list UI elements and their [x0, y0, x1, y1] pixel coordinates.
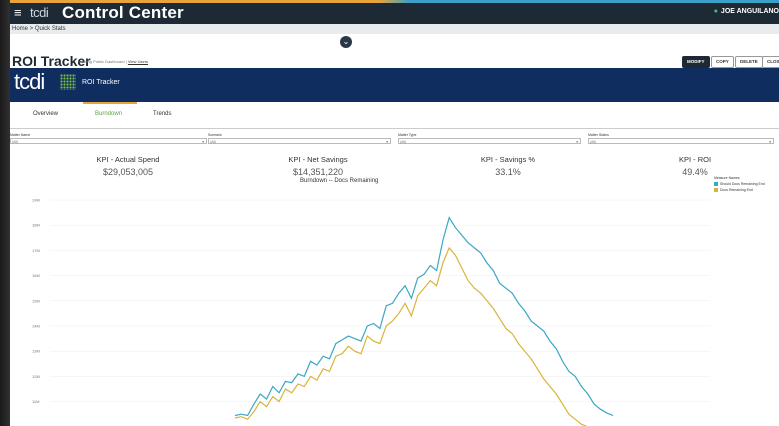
legend-item-should[interactable]: Should Docs Remaining End — [714, 182, 765, 187]
filter-matter-status[interactable]: (All) ▾ — [588, 138, 774, 144]
filter-value: (All) — [210, 140, 217, 144]
shield-icon: ● — [713, 8, 718, 15]
legend-title: Measure Names — [714, 176, 740, 180]
y-tick-label: 19M — [32, 198, 40, 203]
chart-title: Burndown -- Docs Remaining — [300, 178, 379, 184]
y-tick-label: 18M — [32, 223, 40, 228]
kpi-label: KPI - ROI — [678, 155, 712, 164]
banner-subtitle: ROI Tracker — [82, 79, 120, 86]
kpi-value: 33.1% — [495, 167, 521, 177]
caret-down-icon: ▾ — [576, 140, 578, 144]
series-line-should-docs-remaining[interactable] — [234, 216, 614, 417]
filter-value: (All) — [590, 140, 597, 144]
user-menu[interactable]: ● JOE ANGUILANO — [714, 8, 779, 15]
filter-label-matter-name: Matter Name — [10, 133, 31, 137]
legend-label: Should Docs Remaining End — [720, 182, 765, 186]
tab-trends[interactable]: Trends — [153, 111, 171, 117]
caret-down-icon: ▾ — [386, 140, 388, 144]
filter-label-matter-type: Matter Type — [398, 133, 417, 137]
legend-swatch — [714, 182, 718, 187]
viewing-info: Viewing Public Dashboard | View Users — [78, 59, 148, 64]
dashboard-banner: tcdi ROI Tracker — [10, 68, 779, 102]
kpi-savings-pct: KPI - Savings % 33.1% — [433, 155, 583, 177]
kpi-label: KPI - Savings % — [480, 155, 536, 164]
filter-value: (All) — [12, 140, 19, 144]
legend-swatch — [714, 188, 718, 193]
y-tick-label: 12M — [32, 374, 40, 379]
tcdi-logo: tcdi — [14, 69, 45, 94]
tab-burndown[interactable]: Burndown — [95, 111, 122, 117]
logo-dots-icon — [60, 74, 76, 90]
y-tick-label: 13M — [32, 349, 40, 354]
dashboard-tabs: Overview Burndown Trends — [10, 102, 779, 129]
modify-button[interactable]: MODIFY — [682, 56, 710, 68]
filter-bar: Matter Name (All) ▾ Scenario (All) ▾ Matte… — [10, 133, 779, 151]
y-tick-label: 14M — [32, 324, 40, 329]
filter-value: (All) — [400, 140, 407, 144]
burndown-chart[interactable]: 19M 18M 17M 16M 15M 14M 13M 12M 11M — [10, 190, 710, 426]
filter-scenario[interactable]: (All) ▾ — [208, 138, 391, 144]
y-tick-label: 11M — [32, 399, 39, 404]
legend-label: Docs Remaining End — [720, 188, 753, 193]
kpi-roi: KPI - ROI 49.4% — [620, 155, 770, 177]
active-tab-indicator — [83, 102, 137, 104]
filter-matter-name[interactable]: (All) ▾ — [10, 138, 207, 144]
kpi-value: $14,351,220 — [292, 167, 344, 177]
kpi-actual-spend: KPI - Actual Spend $29,053,005 — [53, 155, 203, 177]
filter-label-scenario: Scenario — [208, 133, 222, 137]
browser-viewport: ≡ tcdi Control Center ● JOE ANGUILANO Hom… — [10, 0, 779, 426]
brand-logo[interactable]: tcdi — [30, 5, 49, 20]
kpi-label: KPI - Actual Spend — [96, 155, 160, 164]
legend-item-docs[interactable]: Docs Remaining End — [714, 188, 765, 193]
menu-icon[interactable]: ≡ — [14, 6, 22, 19]
chart-legend: Measure Names Should Docs Remaining End … — [714, 176, 765, 193]
caret-down-icon: ▾ — [769, 140, 771, 144]
breadcrumb[interactable]: Home > Quick Stats — [10, 24, 779, 34]
kpi-net-savings: KPI - Net Savings $14,351,220 — [243, 155, 393, 177]
viewing-prefix: Viewing Public Dashboard | — [78, 59, 127, 64]
delete-button[interactable]: DELETE — [735, 56, 763, 68]
filter-matter-type[interactable]: (All) ▾ — [398, 138, 581, 144]
y-tick-label: 17M — [32, 248, 40, 253]
page-header: ROI Tracker Viewing Public Dashboard | V… — [10, 48, 779, 69]
caret-down-icon: ▾ — [202, 140, 204, 144]
user-name: JOE ANGUILANO — [720, 8, 779, 15]
copy-button[interactable]: COPY — [711, 56, 734, 68]
kpi-label: KPI - Net Savings — [288, 155, 348, 164]
chevron-down-icon[interactable]: ⌄ — [340, 36, 352, 48]
app-title: Control Center — [62, 3, 184, 22]
y-tick-label: 16M — [32, 273, 40, 278]
view-users-link[interactable]: View Users — [128, 59, 148, 64]
top-navbar: ≡ tcdi Control Center ● JOE ANGUILANO — [10, 0, 779, 24]
filter-label-matter-status: Matter Status — [588, 133, 609, 137]
close-button[interactable]: CLOSE — [762, 56, 779, 68]
kpi-value: $29,053,005 — [102, 167, 154, 177]
tab-overview[interactable]: Overview — [33, 111, 58, 117]
y-tick-label: 15M — [32, 298, 40, 303]
